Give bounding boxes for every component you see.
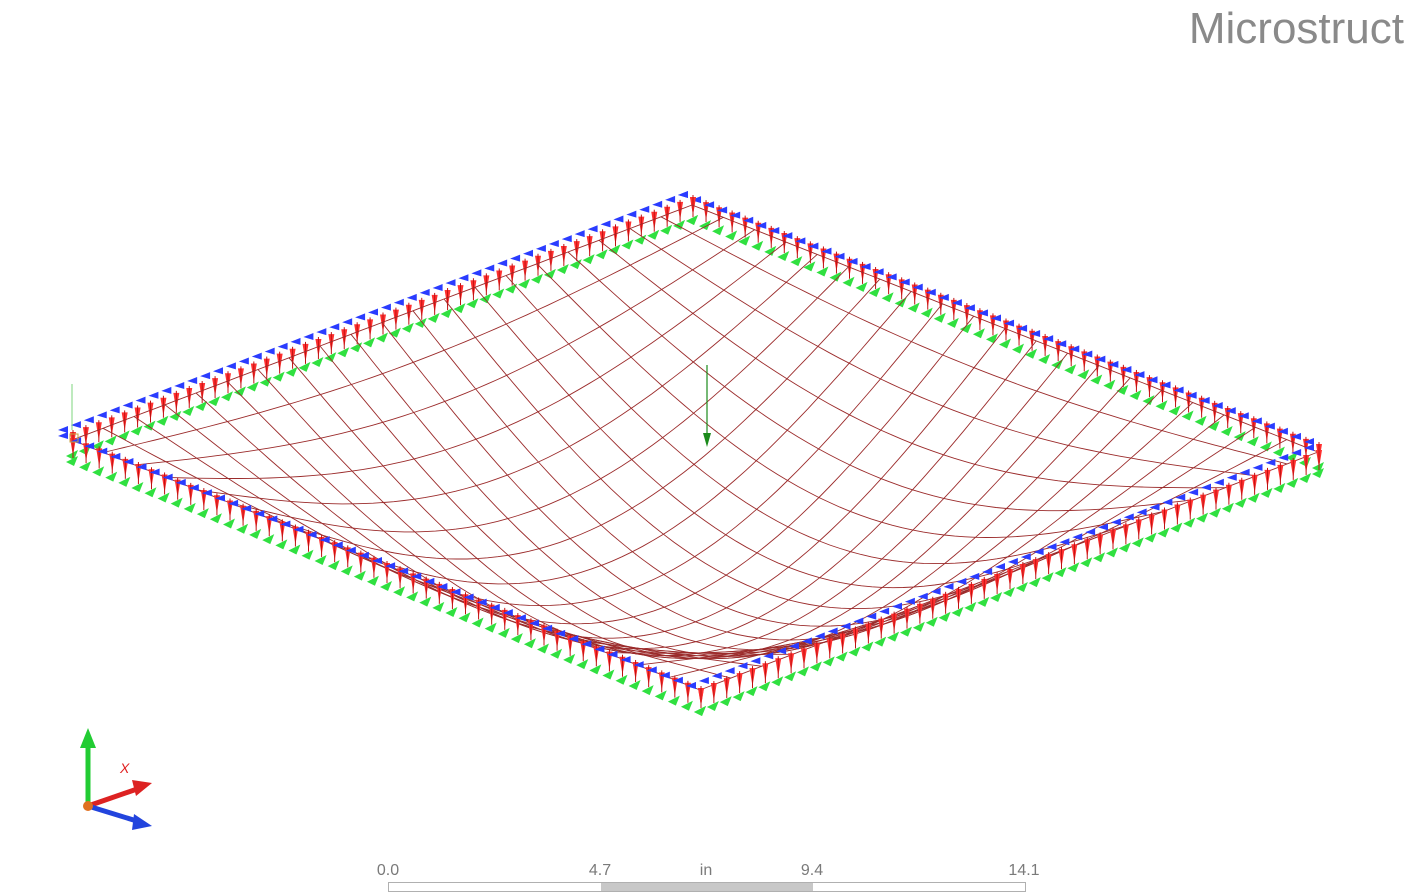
mesh-line: [505, 275, 1133, 565]
scale-bar-segment: [601, 883, 813, 891]
mesh-line: [668, 439, 1287, 678]
mesh-line: [103, 216, 724, 453]
brand-title: Microstruct: [1188, 4, 1404, 53]
mesh-line: [260, 278, 881, 560]
mesh-line: [381, 322, 1010, 641]
mesh-line: [385, 328, 1006, 639]
mesh-line: [257, 369, 886, 659]
mesh-line: [350, 334, 979, 651]
scale-bar-track: [388, 882, 1026, 892]
mesh-line: [598, 239, 1226, 489]
plate-mesh-lines: [71, 204, 1319, 691]
mesh-line: [226, 380, 855, 657]
scale-tick-0: 0.0: [376, 862, 400, 879]
mesh-line: [288, 357, 917, 660]
mesh-line: [228, 266, 849, 533]
scale-unit: in: [699, 862, 713, 879]
mesh-line: [197, 254, 818, 505]
mesh-line: [660, 216, 1288, 465]
deformed-plate-mesh: [58, 191, 1324, 830]
mesh-line: [323, 303, 943, 607]
mesh-line: [102, 427, 732, 679]
mesh-line: [567, 251, 1195, 512]
triad-x-label: X: [120, 760, 130, 776]
mesh-line: [574, 402, 1194, 654]
mesh-line: [480, 365, 1100, 660]
mesh-line: [417, 340, 1037, 650]
mesh-line: [443, 298, 1071, 610]
mesh-line: [474, 287, 1102, 589]
model-viewport[interactable]: [0, 0, 1414, 896]
scale-tick-3: 14.1: [1008, 862, 1040, 879]
mesh-line: [134, 229, 755, 466]
mesh-line: [412, 310, 1041, 627]
mesh-line: [319, 345, 948, 657]
scale-tick-2: 9.4: [800, 862, 824, 879]
mesh-line: [511, 377, 1131, 660]
coordinate-triad: [80, 728, 152, 830]
mesh-line: [605, 414, 1225, 654]
scale-bar: 0.0 4.7 in 9.4 14.1: [377, 860, 1040, 894]
mesh-line: [166, 241, 787, 479]
scale-tick-1: 4.7: [588, 862, 612, 879]
constraint-symbols-front: [58, 432, 1324, 716]
mesh-line: [354, 315, 975, 625]
